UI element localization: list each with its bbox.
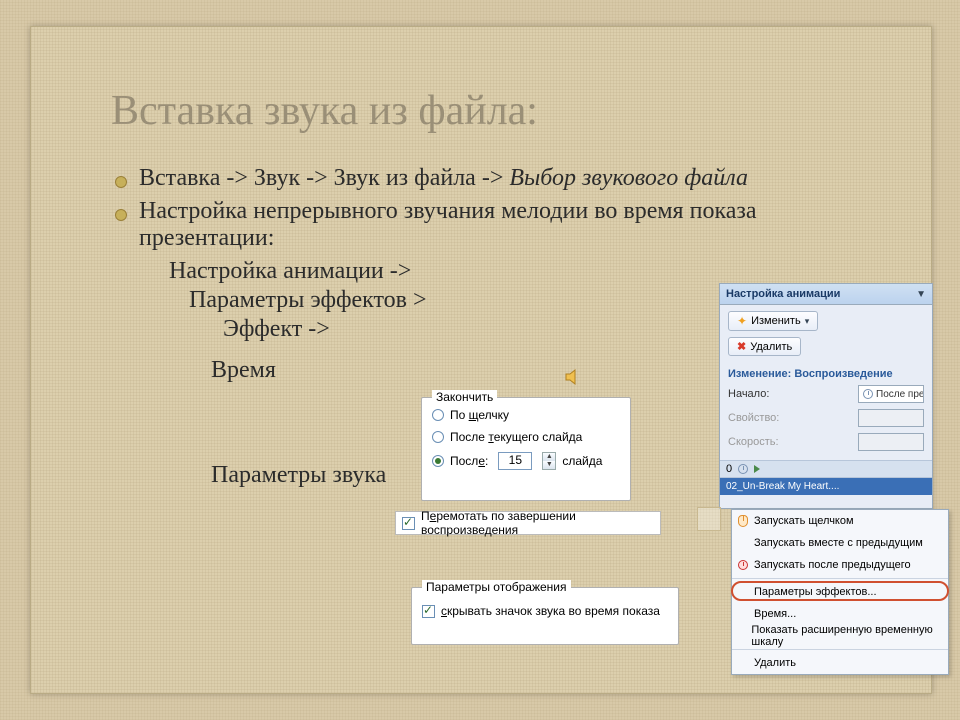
x-icon: ✖ xyxy=(737,340,746,353)
track-item[interactable]: 02_Un-Break My Heart.... xyxy=(720,478,932,495)
radio-onclick-row[interactable]: По щелчку xyxy=(422,404,630,426)
menu-show-timeline[interactable]: Показать расширенную временную шкалу xyxy=(732,625,948,647)
end-after-group: Закончить По щелчку После текущего слайд… xyxy=(421,397,631,501)
speed-dropdown xyxy=(858,433,924,451)
menu-start-onclick[interactable]: Запускать щелчком xyxy=(732,510,948,532)
star-icon: ✦ xyxy=(737,314,747,328)
clock-icon xyxy=(863,389,873,399)
track-header: 0 xyxy=(720,460,932,478)
bullet-2: Настройка непрерывного звучания мелодии … xyxy=(111,198,881,252)
chevron-down-icon[interactable]: ▼ xyxy=(916,289,926,300)
menu-start-with-prev[interactable]: Запускать вместе с предыдущим xyxy=(732,532,948,554)
spin-up-icon[interactable]: ▲ xyxy=(543,453,555,461)
thumbnail-placeholder xyxy=(697,507,721,531)
property-label: Свойство: xyxy=(728,412,779,424)
line-anim: Настройка анимации -> xyxy=(111,258,881,285)
clock-icon xyxy=(738,560,748,570)
radio-after-current[interactable] xyxy=(432,431,444,443)
subheader-playback: Изменение: Воспроизведение xyxy=(720,362,932,382)
radio-after-n-row[interactable]: После: 15 ▲▼ слайда xyxy=(422,448,630,474)
display-params-legend: Параметры отображения xyxy=(422,580,571,594)
mouse-icon xyxy=(738,515,748,527)
chevron-down-icon: ▾ xyxy=(805,316,810,327)
animation-pane-title[interactable]: Настройка анимации ▼ xyxy=(720,284,932,305)
clock-icon xyxy=(738,464,748,474)
slides-count-input[interactable]: 15 xyxy=(498,452,532,470)
menu-timing[interactable]: Время... xyxy=(732,603,948,625)
hide-icon-row[interactable]: скрывать значок звука во время показа xyxy=(412,594,678,618)
slides-suffix: слайда xyxy=(562,454,602,468)
speed-label: Скорость: xyxy=(728,436,779,448)
property-dropdown xyxy=(858,409,924,427)
menu-delete[interactable]: Удалить xyxy=(732,652,948,674)
rewind-checkbox[interactable] xyxy=(402,517,415,530)
display-params-group: Параметры отображения скрывать значок зв… xyxy=(411,587,679,645)
highlight-ring xyxy=(731,581,949,601)
play-icon xyxy=(754,465,760,473)
bullet-1-italic: Выбор звукового файла xyxy=(509,165,748,191)
rewind-row[interactable]: Перемотать по завершении воспроизведения xyxy=(395,511,661,535)
speaker-icon xyxy=(563,367,583,387)
animation-pane: Настройка анимации ▼ ✦Изменить▾ ✖Удалить… xyxy=(719,283,933,509)
start-dropdown[interactable]: После пред xyxy=(858,385,924,403)
bullet-1-text: Вставка -> Звук -> Звук из файла -> xyxy=(139,165,509,191)
spin-down-icon[interactable]: ▼ xyxy=(543,461,555,469)
start-label: Начало: xyxy=(728,388,769,400)
bullet-1: Вставка -> Звук -> Звук из файла -> Выбо… xyxy=(111,165,881,192)
slide-title: Вставка звука из файла: xyxy=(111,87,538,135)
menu-separator xyxy=(732,578,948,579)
menu-start-after-prev[interactable]: Запускать после предыдущего xyxy=(732,554,948,576)
change-button[interactable]: ✦Изменить▾ xyxy=(728,311,818,331)
end-legend: Закончить xyxy=(432,390,497,404)
radio-after-current-row[interactable]: После текущего слайда xyxy=(422,426,630,448)
slides-count-spinner[interactable]: ▲▼ xyxy=(542,452,556,470)
hide-icon-checkbox[interactable] xyxy=(422,605,435,618)
radio-after-n[interactable] xyxy=(432,455,444,467)
radio-onclick[interactable] xyxy=(432,409,444,421)
menu-separator xyxy=(732,649,948,650)
delete-button[interactable]: ✖Удалить xyxy=(728,337,801,356)
